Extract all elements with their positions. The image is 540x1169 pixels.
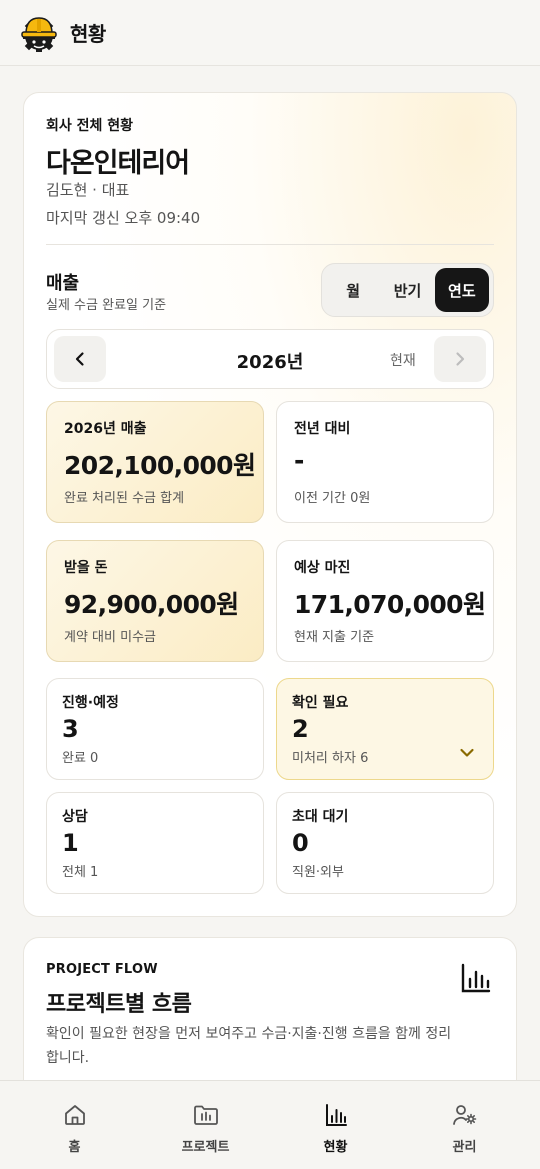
project-flow-kicker: PROJECT FLOW: [46, 962, 158, 977]
stat-value: -: [294, 446, 304, 475]
mini-label: 확인 필요: [292, 695, 349, 711]
home-icon: [64, 1105, 85, 1125]
tab-half-year[interactable]: 반기: [380, 268, 434, 312]
project-flow-title: 프로젝트별 흐름: [46, 992, 192, 1017]
nav-label: 관리: [452, 1140, 477, 1155]
stat-sub: 계약 대비 미수금: [64, 630, 156, 645]
pending-invite-card[interactable]: 초대 대기 0 직원·외부: [276, 792, 494, 894]
stat-value: 171,070,000원: [294, 590, 486, 619]
page-title: 현황: [70, 22, 106, 46]
yoy-stat-card[interactable]: 전년 대비 - 이전 기간 0원: [276, 401, 494, 523]
mini-label: 상담: [62, 809, 88, 825]
stat-value: 202,100,000원: [64, 451, 256, 480]
nav-manage[interactable]: 관리: [397, 1081, 532, 1169]
project-flow-description: 확인이 필요한 현장을 먼저 보여주고 수금·지출·진행 흐름을 함께 정리합니…: [46, 1026, 452, 1066]
bar-chart-icon: [461, 963, 491, 993]
bottom-nav: 홈 프로젝트 현황 관리: [0, 1080, 540, 1169]
company-overview-card: 회사 전체 현황 다온인테리어 김도현 · 대표 마지막 갱신 오후 09:40…: [23, 92, 517, 917]
revenue-subtitle: 실제 수금 완료일 기준: [46, 298, 167, 313]
period-toggle: 월 반기 연도: [321, 263, 494, 317]
stat-label: 2026년 매출: [64, 421, 147, 437]
current-button[interactable]: 현재: [390, 350, 416, 370]
margin-stat-card[interactable]: 예상 마진 171,070,000원 현재 지출 기준: [276, 540, 494, 662]
stat-label: 예상 마진: [294, 560, 351, 576]
mini-label: 진행·예정: [62, 695, 119, 711]
revenue-stat-card[interactable]: 2026년 매출 202,100,000원 완료 처리된 수금 합계: [46, 401, 264, 523]
tab-month[interactable]: 월: [326, 268, 380, 312]
user-gear-icon: [452, 1105, 476, 1125]
chevron-down-icon[interactable]: [459, 745, 475, 761]
owner-info: 김도현 · 대표: [46, 181, 130, 199]
stat-sub: 이전 기간 0원: [294, 491, 371, 506]
nav-label: 프로젝트: [181, 1140, 230, 1155]
company-name: 다온인테리어: [46, 148, 190, 179]
stat-sub: 완료 처리된 수금 합계: [64, 491, 185, 506]
nav-projects[interactable]: 프로젝트: [138, 1081, 273, 1169]
mini-sub: 미처리 하자 6: [292, 751, 369, 766]
section-label: 회사 전체 현황: [46, 118, 134, 134]
stat-value: 92,900,000원: [64, 590, 239, 619]
mini-sub: 완료 0: [62, 751, 99, 766]
mini-label: 초대 대기: [292, 809, 349, 825]
nav-label: 현황: [323, 1140, 348, 1155]
folder-chart-icon: [193, 1105, 218, 1125]
divider: [46, 244, 494, 245]
chevron-right-icon: [456, 352, 465, 366]
last-updated: 마지막 갱신 오후 09:40: [46, 209, 201, 227]
needs-check-card[interactable]: 확인 필요 2 미처리 하자 6: [276, 678, 494, 780]
tab-year[interactable]: 연도: [434, 268, 489, 312]
year-navigator: 2026년 현재: [46, 329, 494, 389]
nav-home[interactable]: 홈: [7, 1081, 142, 1169]
nav-status[interactable]: 현황: [268, 1081, 403, 1169]
stat-sub: 현재 지출 기준: [294, 630, 375, 645]
consultation-card[interactable]: 상담 1 전체 1: [46, 792, 264, 894]
revenue-title: 매출: [46, 273, 80, 294]
stat-label: 전년 대비: [294, 421, 351, 437]
mini-value: 0: [292, 829, 309, 857]
app-header: 현황: [0, 0, 540, 66]
next-year-button[interactable]: [434, 336, 486, 382]
in-progress-card[interactable]: 진행·예정 3 완료 0: [46, 678, 264, 780]
year-label: 2026년: [236, 352, 304, 373]
mini-sub: 직원·외부: [292, 865, 344, 880]
nav-label: 홈: [68, 1140, 81, 1155]
mini-value: 1: [62, 829, 79, 857]
hardhat-gear-icon: [21, 16, 57, 52]
mini-sub: 전체 1: [62, 865, 99, 880]
stat-label: 받을 돈: [64, 560, 108, 576]
bar-chart-icon: [325, 1104, 347, 1126]
mini-value: 3: [62, 715, 79, 743]
mini-value: 2: [292, 715, 309, 743]
receivable-stat-card[interactable]: 받을 돈 92,900,000원 계약 대비 미수금: [46, 540, 264, 662]
